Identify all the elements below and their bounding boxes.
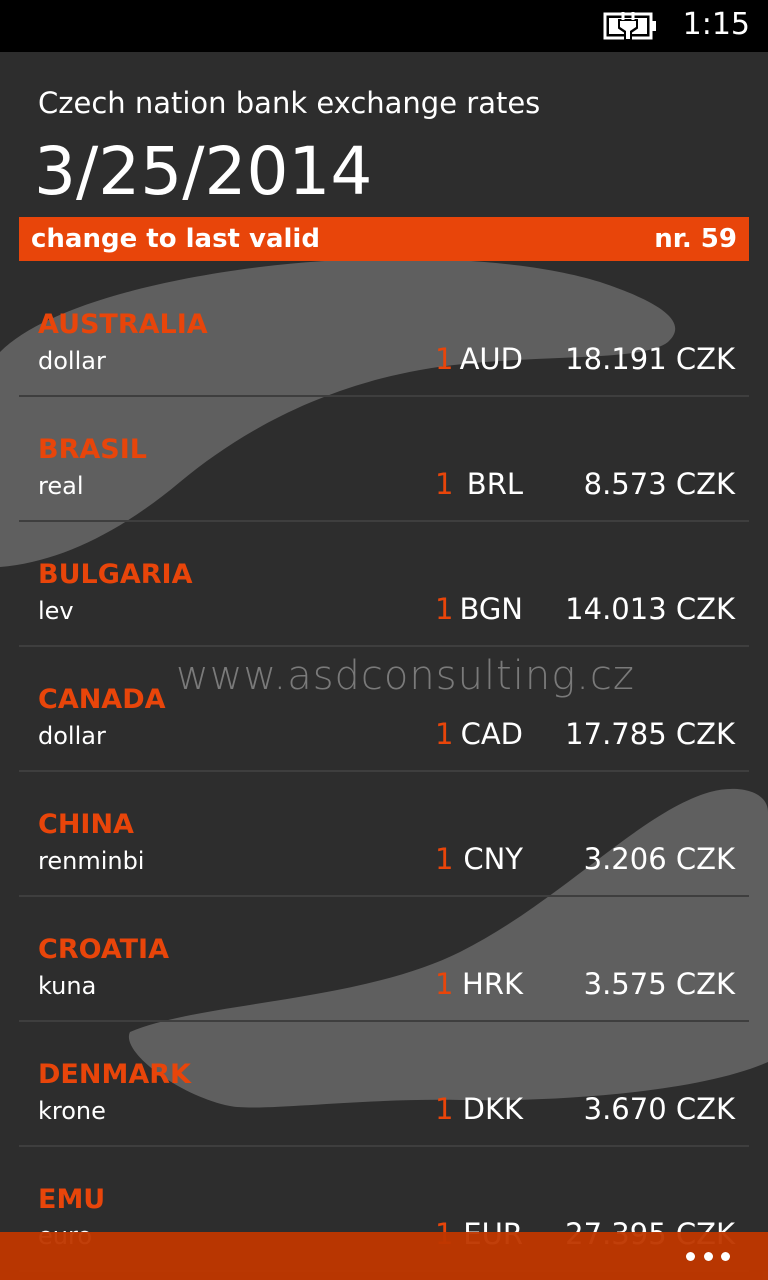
status-bar: 1:15: [0, 0, 768, 52]
app-bar: [0, 1232, 768, 1280]
currency-name: dollar: [38, 347, 106, 375]
battery-charging-icon: [603, 12, 656, 41]
rate-row[interactable]: CROATIA kuna 1 HRK 3.575 CZK: [19, 897, 749, 1022]
amount: 1: [435, 717, 454, 751]
country-name: AUSTRALIA: [38, 309, 208, 340]
currency-name: lev: [38, 597, 74, 625]
change-to-last-valid-button[interactable]: change to last valid nr. 59: [19, 217, 749, 261]
amount: 1: [435, 467, 454, 501]
rates-date[interactable]: 3/25/2014: [34, 134, 372, 210]
app-subtitle: Czech nation bank exchange rates: [38, 86, 541, 120]
amount: 1: [435, 1092, 454, 1126]
currency-code: HRK: [462, 967, 523, 1001]
ellipsis-icon[interactable]: [686, 1248, 730, 1264]
country-name: CANADA: [38, 684, 166, 715]
currency-code: CNY: [463, 842, 523, 876]
currency-code: BRL: [466, 467, 523, 501]
currency-code: BGN: [459, 592, 523, 626]
rate-row[interactable]: BRASIL real 1 BRL 8.573 CZK: [19, 397, 749, 522]
exchange-rate: 8.573 CZK: [583, 467, 735, 501]
exchange-rate: 18.191 CZK: [565, 342, 735, 376]
amount: 1: [435, 967, 454, 1001]
rate-row[interactable]: CHINA renminbi 1 CNY 3.206 CZK: [19, 772, 749, 897]
country-name: BULGARIA: [38, 559, 193, 590]
amount: 1: [435, 592, 454, 626]
currency-name: real: [38, 472, 84, 500]
country-name: CROATIA: [38, 934, 169, 965]
bulletin-number: nr. 59: [654, 224, 737, 254]
watermark-url: www.asdconsulting.cz: [176, 653, 635, 699]
clock: 1:15: [682, 7, 750, 42]
exchange-rate: 3.670 CZK: [583, 1092, 735, 1126]
currency-name: krone: [38, 1097, 106, 1125]
country-name: BRASIL: [38, 434, 147, 465]
currency-name: kuna: [38, 972, 97, 1000]
change-bar-label: change to last valid: [31, 224, 320, 254]
rate-row[interactable]: BULGARIA lev 1 BGN 14.013 CZK: [19, 522, 749, 647]
rate-row[interactable]: AUSTRALIA dollar 1 AUD 18.191 CZK: [19, 272, 749, 397]
exchange-rate: 14.013 CZK: [565, 592, 735, 626]
country-name: EMU: [38, 1184, 106, 1215]
amount: 1: [435, 842, 454, 876]
currency-code: CAD: [460, 717, 523, 751]
country-name: CHINA: [38, 809, 134, 840]
rate-row[interactable]: DENMARK krone 1 DKK 3.670 CZK: [19, 1022, 749, 1147]
currency-name: dollar: [38, 722, 106, 750]
currency-name: renminbi: [38, 847, 145, 875]
rate-list: AUSTRALIA dollar 1 AUD 18.191 CZK BRASIL…: [19, 272, 749, 1272]
amount: 1: [435, 342, 454, 376]
exchange-rate: 3.575 CZK: [583, 967, 735, 1001]
currency-code: AUD: [459, 342, 523, 376]
exchange-rate: 17.785 CZK: [565, 717, 735, 751]
currency-code: DKK: [462, 1092, 523, 1126]
exchange-rate: 3.206 CZK: [583, 842, 735, 876]
country-name: DENMARK: [38, 1059, 191, 1090]
